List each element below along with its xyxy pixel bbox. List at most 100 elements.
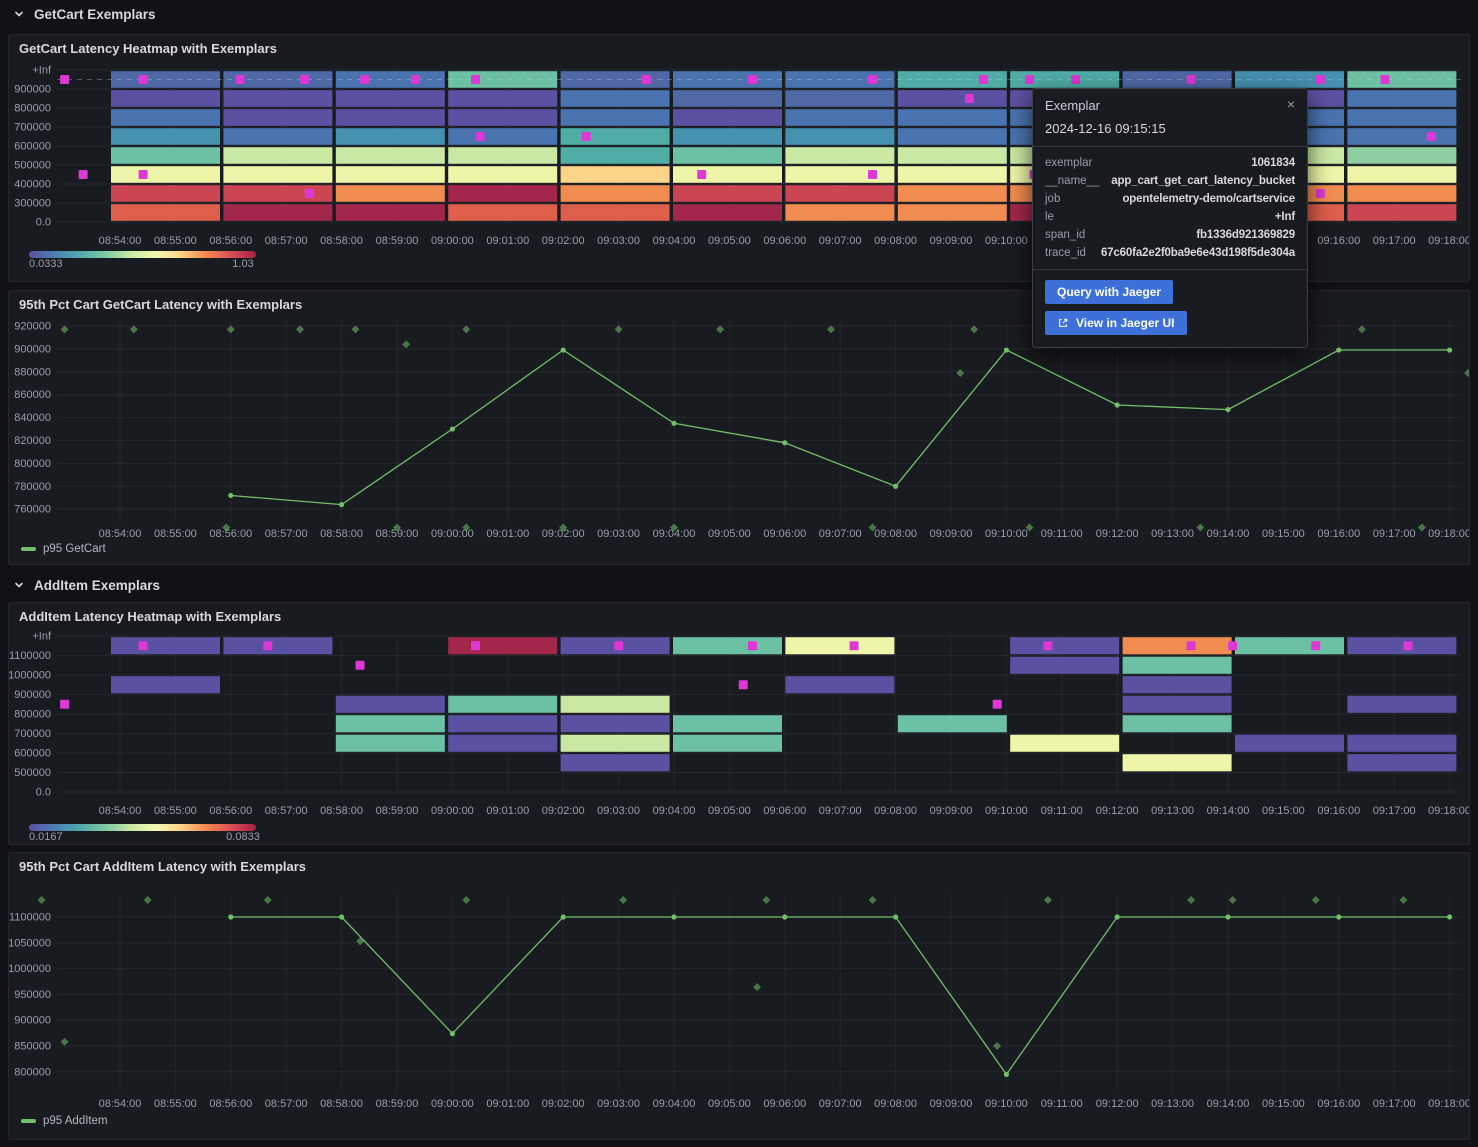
svg-text:09:06:00: 09:06:00 — [763, 235, 806, 247]
svg-text:09:03:00: 09:03:00 — [597, 805, 640, 817]
additem-heatmap-chart[interactable]: +Inf110000010000009000008000007000006000… — [9, 603, 1469, 844]
svg-text:08:54:00: 08:54:00 — [99, 805, 142, 817]
svg-text:09:14:00: 09:14:00 — [1207, 1098, 1250, 1110]
view-jaeger-button[interactable]: View in Jaeger UI — [1045, 311, 1187, 335]
legend-swatch — [21, 547, 36, 551]
query-jaeger-button[interactable]: Query with Jaeger — [1045, 280, 1173, 304]
svg-text:08:57:00: 08:57:00 — [265, 235, 308, 247]
svg-text:08:57:00: 08:57:00 — [265, 1098, 308, 1110]
svg-text:1000000: 1000000 — [9, 963, 51, 975]
svg-text:09:00:00: 09:00:00 — [431, 805, 474, 817]
svg-text:08:56:00: 08:56:00 — [209, 1098, 252, 1110]
svg-text:0.0167: 0.0167 — [29, 831, 63, 843]
svg-text:09:16:00: 09:16:00 — [1317, 235, 1360, 247]
svg-text:08:58:00: 08:58:00 — [320, 528, 363, 540]
svg-text:880000: 880000 — [14, 366, 51, 378]
tooltip-field-row: trace_id 67c60fa2e2f0ba9e6e43d198f5de304… — [1045, 244, 1295, 262]
close-icon[interactable]: × — [1287, 98, 1295, 110]
svg-text:820000: 820000 — [14, 435, 51, 447]
svg-text:400000: 400000 — [14, 179, 51, 191]
svg-text:08:54:00: 08:54:00 — [99, 235, 142, 247]
svg-text:09:01:00: 09:01:00 — [486, 528, 529, 540]
svg-text:09:04:00: 09:04:00 — [653, 805, 696, 817]
section-header-getcart[interactable]: GetCart Exemplars — [0, 0, 1478, 28]
svg-text:09:09:00: 09:09:00 — [930, 805, 973, 817]
svg-text:920000: 920000 — [14, 321, 51, 333]
svg-text:09:10:00: 09:10:00 — [985, 235, 1028, 247]
tooltip-field-value: 1061834 — [1251, 157, 1295, 169]
svg-text:840000: 840000 — [14, 412, 51, 424]
svg-text:1100000: 1100000 — [9, 650, 51, 662]
svg-text:09:01:00: 09:01:00 — [486, 235, 529, 247]
svg-text:09:01:00: 09:01:00 — [486, 1098, 529, 1110]
tooltip-field-row: span_id fb1336d921369829 — [1045, 226, 1295, 244]
additem-latency-chart[interactable]: 1100000105000010000009500009000008500008… — [9, 853, 1469, 1139]
panel-additem-latency: 1100000105000010000009500009000008500008… — [8, 852, 1470, 1140]
svg-text:0.0333: 0.0333 — [29, 258, 63, 270]
svg-text:09:03:00: 09:03:00 — [597, 528, 640, 540]
tooltip-field-key: span_id — [1045, 229, 1085, 241]
svg-text:09:18:00: 09:18:00 — [1428, 1098, 1469, 1110]
legend-item-p95-additem[interactable]: p95 AddItem — [21, 1115, 108, 1127]
tooltip-field-key: job — [1045, 193, 1060, 205]
legend-item-p95-getcart[interactable]: p95 GetCart — [21, 543, 106, 555]
svg-text:09:00:00: 09:00:00 — [431, 235, 474, 247]
svg-text:08:55:00: 08:55:00 — [154, 235, 197, 247]
legend-label: p95 GetCart — [43, 543, 106, 555]
svg-text:09:10:00: 09:10:00 — [985, 528, 1028, 540]
svg-text:900000: 900000 — [14, 689, 51, 701]
tooltip-field-value: +Inf — [1275, 211, 1295, 223]
svg-text:08:55:00: 08:55:00 — [154, 1098, 197, 1110]
svg-text:09:17:00: 09:17:00 — [1373, 1098, 1416, 1110]
svg-text:08:56:00: 08:56:00 — [209, 805, 252, 817]
svg-text:09:04:00: 09:04:00 — [653, 1098, 696, 1110]
svg-text:780000: 780000 — [14, 481, 51, 493]
tooltip-field-value: 67c60fa2e2f0ba9e6e43d198f5de304a — [1101, 247, 1295, 259]
svg-text:1100000: 1100000 — [9, 912, 51, 924]
tooltip-field-key: le — [1045, 211, 1054, 223]
section-title: GetCart Exemplars — [34, 7, 156, 22]
svg-text:08:54:00: 08:54:00 — [99, 1098, 142, 1110]
svg-text:600000: 600000 — [14, 748, 51, 760]
svg-text:09:07:00: 09:07:00 — [819, 1098, 862, 1110]
tooltip-fields: exemplar 1061834 __name__ app_cart_get_c… — [1033, 146, 1307, 269]
svg-text:0.0: 0.0 — [36, 217, 51, 229]
svg-text:900000: 900000 — [14, 1015, 51, 1027]
svg-text:800000: 800000 — [14, 458, 51, 470]
svg-text:08:56:00: 08:56:00 — [209, 528, 252, 540]
svg-text:600000: 600000 — [14, 141, 51, 153]
button-label: View in Jaeger UI — [1076, 316, 1175, 330]
svg-text:09:05:00: 09:05:00 — [708, 805, 751, 817]
svg-text:09:11:00: 09:11:00 — [1041, 528, 1083, 540]
panel-title: 95th Pct Cart GetCart Latency with Exemp… — [19, 297, 302, 312]
tooltip-field-row: exemplar 1061834 — [1045, 154, 1295, 172]
section-header-additem[interactable]: AddItem Exemplars — [0, 571, 1478, 599]
svg-text:09:12:00: 09:12:00 — [1096, 805, 1139, 817]
legend-swatch — [21, 1119, 36, 1123]
svg-text:09:05:00: 09:05:00 — [708, 235, 751, 247]
svg-text:860000: 860000 — [14, 389, 51, 401]
svg-text:09:03:00: 09:03:00 — [597, 1098, 640, 1110]
svg-text:09:07:00: 09:07:00 — [819, 805, 862, 817]
tooltip-field-key: exemplar — [1045, 157, 1092, 169]
svg-text:09:08:00: 09:08:00 — [874, 235, 917, 247]
svg-text:09:12:00: 09:12:00 — [1096, 1098, 1139, 1110]
svg-text:850000: 850000 — [14, 1041, 51, 1053]
tooltip-field-value: opentelemetry-demo/cartservice — [1122, 193, 1295, 205]
svg-text:900000: 900000 — [14, 84, 51, 96]
tooltip-field-value: fb1336d921369829 — [1196, 229, 1295, 241]
svg-text:09:12:00: 09:12:00 — [1096, 528, 1139, 540]
tooltip-field-value: app_cart_get_cart_latency_bucket — [1111, 175, 1295, 187]
chevron-down-icon — [13, 8, 25, 20]
svg-text:09:02:00: 09:02:00 — [542, 805, 585, 817]
tooltip-field-row: __name__ app_cart_get_cart_latency_bucke… — [1045, 172, 1295, 190]
svg-text:08:55:00: 08:55:00 — [154, 528, 197, 540]
tooltip-field-key: trace_id — [1045, 247, 1086, 259]
svg-text:08:58:00: 08:58:00 — [320, 1098, 363, 1110]
exemplar-tooltip: Exemplar × 2024-12-16 09:15:15 exemplar … — [1032, 88, 1308, 348]
svg-text:09:02:00: 09:02:00 — [542, 1098, 585, 1110]
svg-text:09:02:00: 09:02:00 — [542, 235, 585, 247]
svg-text:09:10:00: 09:10:00 — [985, 1098, 1028, 1110]
svg-text:09:06:00: 09:06:00 — [763, 528, 806, 540]
svg-text:09:05:00: 09:05:00 — [708, 528, 751, 540]
